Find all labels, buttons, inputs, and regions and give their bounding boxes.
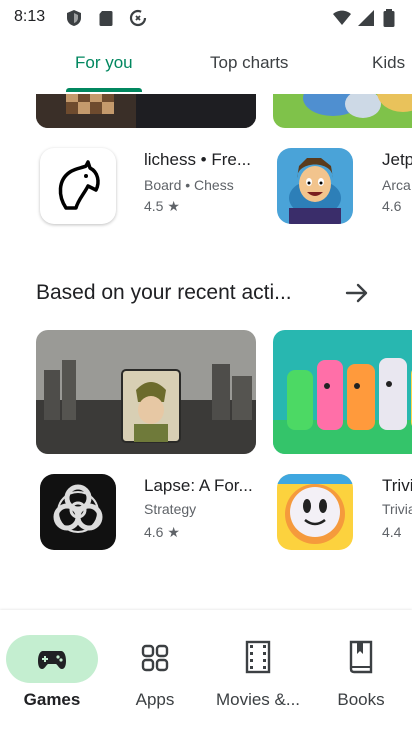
app-category-lapse: Strategy	[144, 501, 197, 517]
section-title[interactable]: Based on your recent acti...	[36, 281, 292, 305]
cell-signal-icon	[358, 10, 374, 26]
nav-label-books[interactable]: Books	[306, 690, 412, 710]
featured-banner-jetpack[interactable]	[273, 94, 412, 128]
wifi-icon	[333, 10, 351, 25]
app-title-lapse[interactable]: Lapse: A For...	[144, 476, 253, 496]
nav-label-apps[interactable]: Apps	[100, 690, 210, 710]
lichess-icon	[58, 160, 100, 210]
film-icon[interactable]	[242, 640, 274, 674]
app-category-lichess: Board • Chess	[144, 177, 234, 193]
app-rating-lichess: 4.5 ★	[144, 198, 180, 214]
banner-lapse[interactable]	[36, 330, 256, 454]
trivia-icon	[277, 474, 353, 550]
biohazard-icon	[40, 474, 116, 550]
status-bar: 8:13	[0, 0, 412, 36]
tab-kids[interactable]: Kids	[372, 53, 405, 73]
tab-for-you[interactable]: For you	[75, 53, 133, 73]
app-title-jetpack[interactable]: Jetp	[382, 150, 412, 170]
apps-grid-icon[interactable]	[139, 642, 171, 674]
app-title-trivia[interactable]: Trivi	[382, 476, 412, 496]
main-feed[interactable]: lichess • Fre... Board • Chess 4.5 ★ Jet…	[0, 94, 412, 610]
app-rating-jetpack: 4.6	[382, 198, 402, 214]
featured-banner-chess[interactable]	[36, 94, 256, 128]
nav-label-games[interactable]: Games	[0, 690, 107, 710]
shield-icon	[67, 10, 81, 26]
arrow-right-icon[interactable]	[343, 279, 371, 307]
lapse-app-icon[interactable]	[40, 474, 116, 550]
app-rating-trivia: 4.4	[382, 524, 402, 540]
app-category-jetpack: Arca	[382, 177, 411, 193]
jetpack-app-icon[interactable]	[277, 148, 353, 224]
bottom-navigation: Games Apps Movies &... Books	[0, 610, 412, 732]
tab-indicator	[66, 88, 142, 92]
app-title-lichess[interactable]: lichess • Fre...	[144, 150, 251, 170]
lichess-app-icon[interactable]	[40, 148, 116, 224]
app-rating-lapse: 4.6 ★	[144, 524, 180, 540]
jetpack-icon	[277, 148, 353, 224]
top-tabs: For you Top charts Kids	[0, 36, 412, 94]
battery-icon	[383, 9, 395, 27]
book-icon[interactable]	[345, 640, 377, 674]
data-saver-icon	[129, 9, 147, 27]
nav-label-movies[interactable]: Movies &...	[203, 690, 313, 710]
tab-top-charts[interactable]: Top charts	[210, 53, 288, 73]
trivia-app-icon[interactable]	[277, 474, 353, 550]
sd-card-icon	[99, 11, 113, 26]
banner-trivia[interactable]	[273, 330, 412, 454]
app-category-trivia: Trivia	[382, 501, 412, 517]
status-time: 8:13	[14, 8, 46, 25]
gamepad-icon[interactable]	[36, 643, 68, 675]
